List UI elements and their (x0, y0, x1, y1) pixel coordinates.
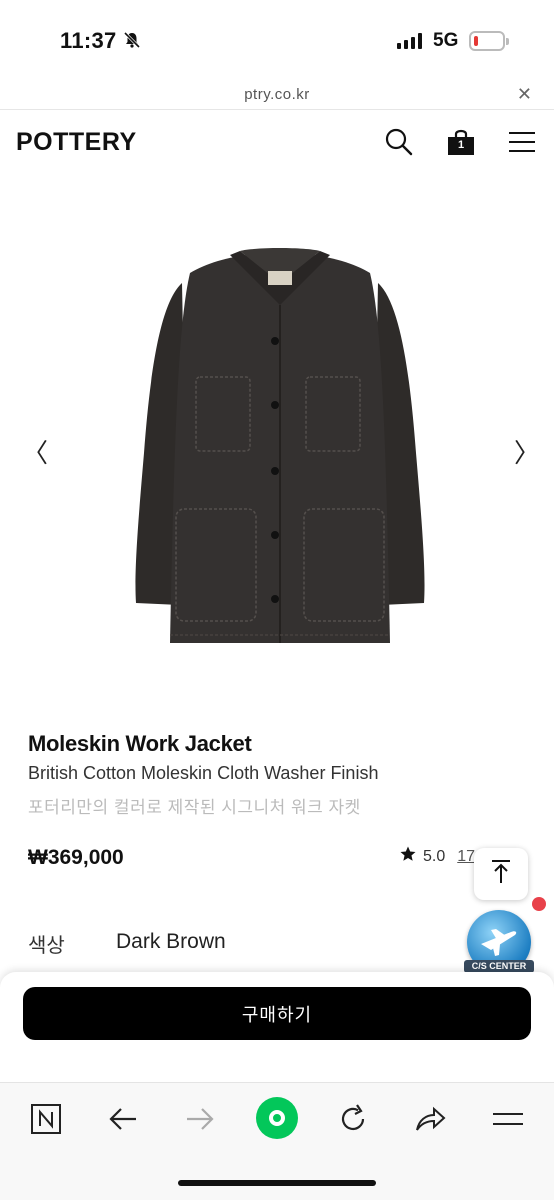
buy-panel: 구매하기 (0, 972, 554, 1082)
product-image (135, 248, 425, 643)
back-icon[interactable] (103, 1099, 143, 1139)
url-text[interactable]: ptry.co.kr (0, 86, 554, 103)
network-type: 5G (433, 30, 459, 51)
color-option-value[interactable]: Dark Brown (116, 930, 226, 954)
shopping-bag-icon[interactable]: 1 (446, 127, 476, 162)
menu-icon[interactable] (508, 127, 536, 162)
silent-bell-icon (123, 31, 141, 54)
menu-icon[interactable] (488, 1099, 528, 1139)
site-logo[interactable]: POTTERY (16, 128, 137, 157)
cart-count: 1 (457, 139, 465, 151)
buy-button[interactable]: 구매하기 (23, 987, 531, 1040)
green-dot-icon[interactable] (256, 1097, 298, 1139)
product-rating[interactable]: 5.0 17 (399, 845, 475, 868)
color-option-label: 색상 (28, 935, 65, 957)
gallery-next-arrow[interactable]: 〉 (514, 433, 540, 470)
product-price: ₩369,000 (28, 846, 124, 869)
cellular-signal-icon (397, 33, 422, 49)
product-description: 포터리만의 컬러로 제작된 시그니처 워크 자켓 (28, 798, 361, 817)
status-bar: 11:37 5G (0, 0, 554, 80)
naver-icon[interactable] (26, 1099, 66, 1139)
site-header: POTTERY 1 (0, 111, 554, 173)
home-indicator (178, 1180, 376, 1186)
status-time: 11:37 (60, 28, 117, 53)
forward-icon[interactable] (180, 1099, 220, 1139)
search-icon[interactable] (384, 127, 414, 162)
close-icon[interactable]: ✕ (517, 84, 532, 105)
arrow-up-icon (490, 859, 512, 890)
battery-icon (469, 31, 509, 51)
product-gallery[interactable]: 〈 〉 (0, 175, 554, 705)
star-icon (399, 845, 417, 868)
product-name: Moleskin Work Jacket (28, 731, 252, 756)
scroll-top-button[interactable] (474, 848, 528, 900)
gallery-prev-arrow[interactable]: 〈 (22, 433, 48, 470)
browser-url-bar[interactable]: ptry.co.kr ✕ (0, 80, 554, 110)
product-subtitle: British Cotton Moleskin Cloth Washer Fin… (28, 763, 379, 783)
rating-value: 5.0 (423, 847, 446, 865)
notification-dot (532, 897, 546, 911)
reload-icon[interactable] (333, 1099, 373, 1139)
share-icon[interactable] (410, 1099, 450, 1139)
review-count-link[interactable]: 17 (457, 848, 475, 866)
